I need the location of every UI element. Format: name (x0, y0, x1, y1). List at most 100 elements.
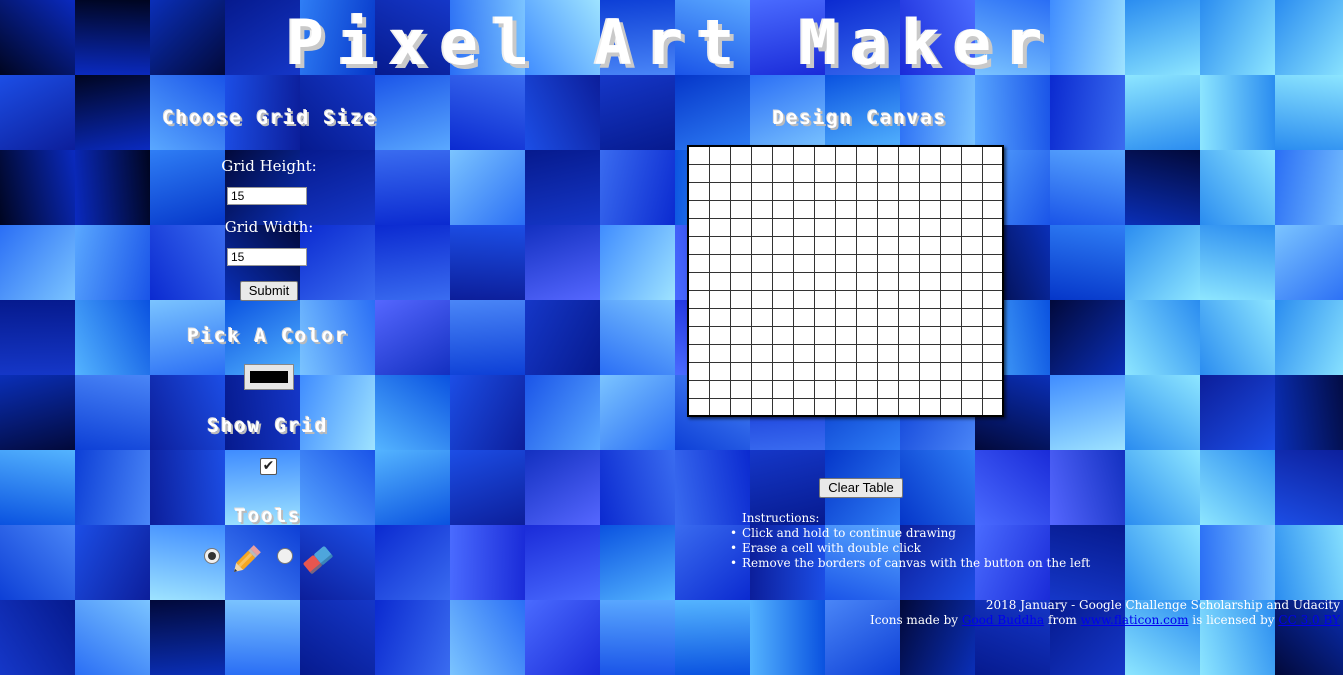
canvas-cell[interactable] (687, 253, 710, 273)
canvas-cell[interactable] (918, 361, 941, 381)
canvas-cell[interactable] (729, 235, 752, 255)
canvas-cell[interactable] (813, 253, 836, 273)
canvas-cell[interactable] (981, 343, 1004, 363)
canvas-cell[interactable] (939, 397, 962, 417)
canvas-cell[interactable] (855, 145, 878, 165)
canvas-cell[interactable] (981, 271, 1004, 291)
canvas-cell[interactable] (960, 145, 983, 165)
canvas-cell[interactable] (897, 379, 920, 399)
canvas-cell[interactable] (897, 163, 920, 183)
canvas-cell[interactable] (813, 217, 836, 237)
canvas-cell[interactable] (834, 289, 857, 309)
canvas-cell[interactable] (771, 181, 794, 201)
canvas-cell[interactable] (855, 253, 878, 273)
canvas-cell[interactable] (918, 235, 941, 255)
canvas-cell[interactable] (792, 235, 815, 255)
canvas-cell[interactable] (729, 145, 752, 165)
canvas-cell[interactable] (771, 217, 794, 237)
canvas-cell[interactable] (960, 217, 983, 237)
canvas-cell[interactable] (855, 271, 878, 291)
canvas-cell[interactable] (855, 397, 878, 417)
canvas-cell[interactable] (687, 271, 710, 291)
canvas-cell[interactable] (708, 307, 731, 327)
canvas-cell[interactable] (960, 307, 983, 327)
canvas-cell[interactable] (876, 379, 899, 399)
canvas-cell[interactable] (708, 217, 731, 237)
canvas-cell[interactable] (834, 397, 857, 417)
canvas-cell[interactable] (792, 271, 815, 291)
canvas-cell[interactable] (981, 217, 1004, 237)
canvas-cell[interactable] (981, 379, 1004, 399)
canvas-cell[interactable] (708, 271, 731, 291)
canvas-cell[interactable] (981, 253, 1004, 273)
canvas-cell[interactable] (729, 217, 752, 237)
canvas-cell[interactable] (813, 343, 836, 363)
canvas-cell[interactable] (813, 199, 836, 219)
license-link[interactable]: CC 3.0 BY (1278, 613, 1340, 627)
canvas-cell[interactable] (939, 271, 962, 291)
canvas-cell[interactable] (729, 163, 752, 183)
canvas-cell[interactable] (939, 361, 962, 381)
canvas-cell[interactable] (771, 325, 794, 345)
canvas-cell[interactable] (897, 235, 920, 255)
canvas-cell[interactable] (960, 379, 983, 399)
canvas-cell[interactable] (750, 163, 773, 183)
canvas-cell[interactable] (960, 325, 983, 345)
canvas-cell[interactable] (729, 379, 752, 399)
color-picker[interactable] (244, 364, 294, 390)
canvas-cell[interactable] (687, 325, 710, 345)
canvas-cell[interactable] (750, 235, 773, 255)
canvas-cell[interactable] (771, 271, 794, 291)
canvas-cell[interactable] (876, 397, 899, 417)
canvas-cell[interactable] (897, 181, 920, 201)
canvas-cell[interactable] (897, 271, 920, 291)
canvas-cell[interactable] (708, 379, 731, 399)
canvas-cell[interactable] (708, 235, 731, 255)
canvas-cell[interactable] (729, 343, 752, 363)
canvas-cell[interactable] (813, 379, 836, 399)
canvas-cell[interactable] (981, 361, 1004, 381)
canvas-cell[interactable] (918, 253, 941, 273)
grid-height-input[interactable] (227, 187, 307, 205)
canvas-cell[interactable] (918, 289, 941, 309)
canvas-cell[interactable] (834, 181, 857, 201)
eraser-icon[interactable] (300, 542, 336, 578)
canvas-cell[interactable] (792, 397, 815, 417)
canvas-cell[interactable] (771, 253, 794, 273)
canvas-cell[interactable] (813, 181, 836, 201)
canvas-cell[interactable] (834, 271, 857, 291)
canvas-cell[interactable] (729, 199, 752, 219)
canvas-cell[interactable] (876, 253, 899, 273)
canvas-cell[interactable] (813, 289, 836, 309)
canvas-cell[interactable] (813, 325, 836, 345)
canvas-cell[interactable] (687, 199, 710, 219)
canvas-cell[interactable] (687, 397, 710, 417)
canvas-cell[interactable] (981, 145, 1004, 165)
canvas-cell[interactable] (834, 253, 857, 273)
canvas-cell[interactable] (897, 217, 920, 237)
canvas-cell[interactable] (960, 397, 983, 417)
canvas-cell[interactable] (834, 199, 857, 219)
canvas-cell[interactable] (918, 217, 941, 237)
canvas-cell[interactable] (981, 235, 1004, 255)
canvas-cell[interactable] (855, 235, 878, 255)
canvas-cell[interactable] (687, 217, 710, 237)
canvas-cell[interactable] (708, 145, 731, 165)
canvas-cell[interactable] (960, 361, 983, 381)
canvas-cell[interactable] (918, 163, 941, 183)
canvas-cell[interactable] (792, 145, 815, 165)
canvas-cell[interactable] (708, 199, 731, 219)
canvas-cell[interactable] (771, 163, 794, 183)
canvas-cell[interactable] (750, 325, 773, 345)
canvas-cell[interactable] (729, 307, 752, 327)
canvas-cell[interactable] (813, 397, 836, 417)
canvas-cell[interactable] (834, 163, 857, 183)
clear-table-button[interactable]: Clear Table (819, 478, 903, 498)
canvas-cell[interactable] (981, 181, 1004, 201)
canvas-cell[interactable] (708, 163, 731, 183)
canvas-cell[interactable] (792, 379, 815, 399)
canvas-cell[interactable] (750, 397, 773, 417)
canvas-cell[interactable] (981, 199, 1004, 219)
canvas-cell[interactable] (939, 289, 962, 309)
canvas-cell[interactable] (897, 289, 920, 309)
